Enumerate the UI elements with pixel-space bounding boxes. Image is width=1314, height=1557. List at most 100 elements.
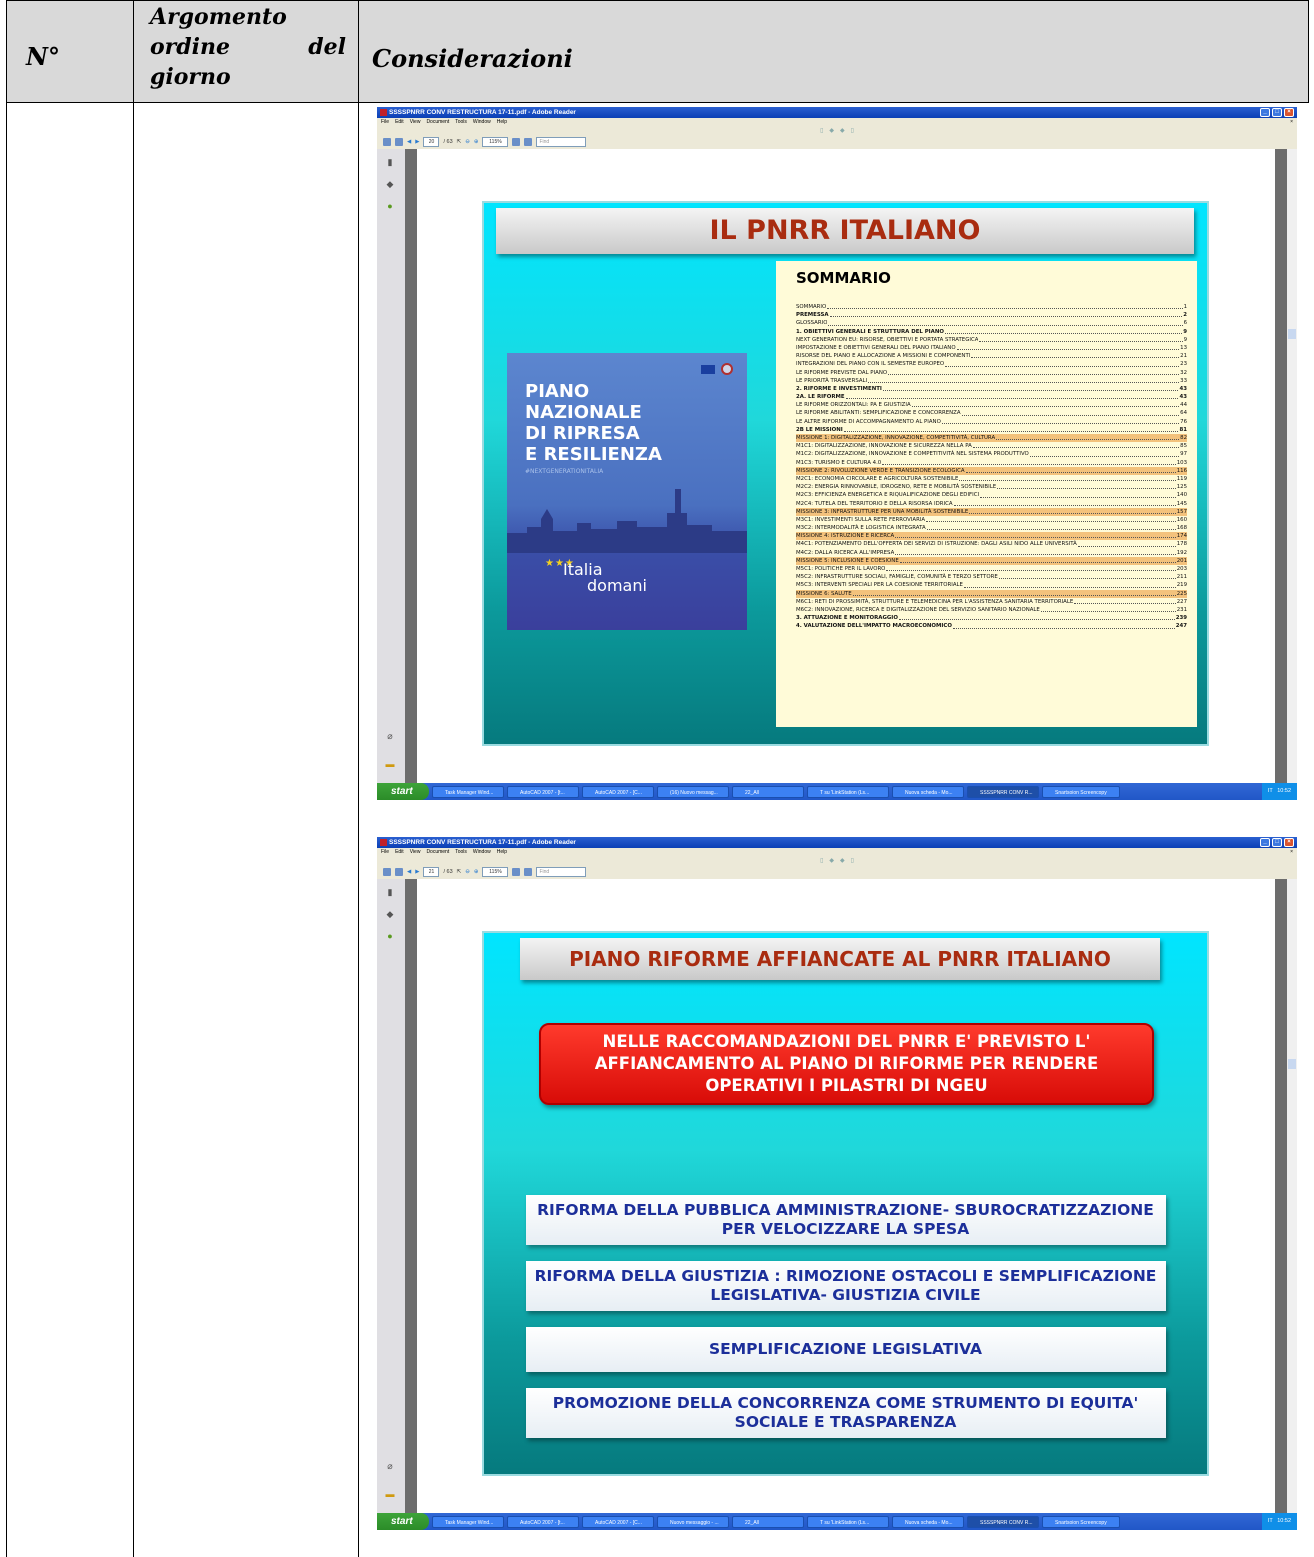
toc-entry-title: MISSIONE 5: INCLUSIONE E COESIONE: [796, 557, 899, 564]
menu-view[interactable]: View: [410, 118, 421, 126]
attachment-icon[interactable]: ⌀: [385, 731, 395, 741]
pages-icon[interactable]: ▮: [385, 887, 395, 897]
fit-width-icon[interactable]: [524, 868, 533, 876]
taskbar-item[interactable]: T su 'LinkStation (Ls...: [807, 785, 889, 798]
taskbar-item-active[interactable]: SSSSPNRR CONV R...: [967, 1515, 1039, 1528]
vertical-scrollbar[interactable]: [1287, 879, 1297, 1513]
vertical-scrollbar[interactable]: [1287, 149, 1297, 783]
menu-view[interactable]: View: [410, 848, 421, 856]
layers-icon[interactable]: ◆: [385, 179, 395, 189]
menu-tools[interactable]: Tools: [455, 118, 467, 126]
menu-file[interactable]: File: [381, 848, 389, 856]
window-controls: _ □ ×: [1260, 108, 1294, 117]
menu-file[interactable]: File: [381, 118, 389, 126]
fit-page-icon[interactable]: [512, 138, 521, 146]
maximize-icon[interactable]: □: [1272, 108, 1282, 117]
taskbar-item[interactable]: (16) Nuovo messag...: [657, 785, 729, 798]
start-button[interactable]: start: [377, 783, 429, 800]
taskbar-item[interactable]: Nuova scheda - Mo...: [892, 1515, 964, 1528]
taskbar-item[interactable]: Nuova scheda - Mo...: [892, 785, 964, 798]
tool-icon[interactable]: ◆: [829, 857, 834, 864]
select-tool-icon[interactable]: ⇱: [457, 139, 462, 145]
layers-icon[interactable]: ◆: [385, 909, 395, 919]
tool-icon[interactable]: ◆: [829, 127, 834, 134]
toc-leader-dots: [899, 557, 1176, 563]
toc-leader-dots: [963, 581, 1176, 588]
tool-icon[interactable]: ▯: [820, 857, 823, 864]
minimize-icon[interactable]: _: [1260, 838, 1270, 847]
tool-icon[interactable]: ◆: [840, 127, 845, 134]
minimize-icon[interactable]: _: [1260, 108, 1270, 117]
print-icon[interactable]: [383, 138, 391, 146]
close-icon[interactable]: ×: [1284, 838, 1294, 847]
comments-icon[interactable]: ▬: [385, 1489, 395, 1499]
taskbar-item[interactable]: Task Manager Wind...: [432, 1515, 504, 1528]
zoom-out-icon[interactable]: ⊖: [465, 139, 470, 145]
close-document-icon[interactable]: ×: [1290, 848, 1293, 856]
fit-width-icon[interactable]: [524, 138, 533, 146]
toc-leader-dots: [998, 573, 1176, 580]
taskbar-item[interactable]: Nuovo messaggio - ...: [657, 1515, 729, 1528]
start-button[interactable]: start: [377, 1513, 429, 1530]
page-number-input[interactable]: 20: [423, 137, 440, 147]
taskbar-item[interactable]: AutoCAD 2007 - [C...: [582, 1515, 654, 1528]
tool-icon[interactable]: ▯: [851, 127, 854, 134]
sign-icon[interactable]: [395, 868, 403, 876]
select-tool-icon[interactable]: ⇱: [457, 869, 462, 875]
taskbar-item[interactable]: AutoCAD 2007 - [C...: [582, 785, 654, 798]
attachment-icon[interactable]: ⌀: [385, 1461, 395, 1471]
scroll-thumb[interactable]: [1288, 329, 1296, 339]
next-page-icon[interactable]: ▶: [415, 139, 419, 145]
tool-icon[interactable]: ◆: [840, 857, 845, 864]
find-input[interactable]: Find: [536, 137, 587, 147]
taskbar-item[interactable]: AutoCAD 2007 - [t...: [507, 785, 579, 798]
scroll-thumb[interactable]: [1288, 1059, 1296, 1069]
menu-help[interactable]: Help: [497, 118, 507, 126]
menu-window[interactable]: Window: [473, 118, 491, 126]
close-icon[interactable]: ×: [1284, 108, 1294, 117]
taskbar-item[interactable]: Snartsoion Screencopy: [1042, 1515, 1120, 1528]
maximize-icon[interactable]: □: [1272, 838, 1282, 847]
menu-edit[interactable]: Edit: [395, 848, 404, 856]
comments-icon[interactable]: ▬: [385, 759, 395, 769]
menu-tools[interactable]: Tools: [455, 848, 467, 856]
menu-help[interactable]: Help: [497, 848, 507, 856]
menu-window[interactable]: Window: [473, 848, 491, 856]
find-input[interactable]: Find: [536, 867, 587, 877]
zoom-select[interactable]: 115%: [482, 137, 509, 147]
zoom-out-icon[interactable]: ⊖: [465, 869, 470, 875]
sign-icon[interactable]: [395, 138, 403, 146]
page-number-input[interactable]: 21: [423, 867, 440, 877]
menu-document[interactable]: Document: [426, 848, 449, 856]
taskbar-item[interactable]: 22_All: [732, 785, 804, 798]
menu-document[interactable]: Document: [426, 118, 449, 126]
toc-entry: LE PRIORITÀ TRASVERSALI 33: [796, 377, 1187, 385]
next-page-icon[interactable]: ▶: [415, 869, 419, 875]
prev-page-icon[interactable]: ◀: [407, 869, 411, 875]
zoom-select[interactable]: 115%: [482, 867, 509, 877]
language-indicator[interactable]: IT: [1268, 1518, 1273, 1524]
pages-icon[interactable]: ▮: [385, 157, 395, 167]
help-icon[interactable]: ●: [385, 931, 395, 941]
menu-edit[interactable]: Edit: [395, 118, 404, 126]
print-icon[interactable]: [383, 868, 391, 876]
taskbar-item-active[interactable]: SSSSPNRR CONV R...: [967, 785, 1039, 798]
zoom-in-icon[interactable]: ⊕: [474, 869, 479, 875]
toc-entry: GLOSSARIO 6: [796, 319, 1187, 327]
toc-leader-dots: [898, 614, 1175, 621]
toc-leader-dots: [979, 336, 1183, 342]
taskbar-item[interactable]: AutoCAD 2007 - [t...: [507, 1515, 579, 1528]
taskbar-item[interactable]: Task Manager Wind...: [432, 785, 504, 798]
prev-page-icon[interactable]: ◀: [407, 139, 411, 145]
taskbar-item[interactable]: Snartsoion Screencopy: [1042, 785, 1120, 798]
language-indicator[interactable]: IT: [1268, 788, 1273, 794]
tool-icon[interactable]: ▯: [820, 127, 823, 134]
taskbar-item[interactable]: T su 'LinkStation (Ls...: [807, 1515, 889, 1528]
tool-icon[interactable]: ▯: [851, 857, 854, 864]
taskbar-item[interactable]: 22_All: [732, 1515, 804, 1528]
zoom-in-icon[interactable]: ⊕: [474, 139, 479, 145]
fit-page-icon[interactable]: [512, 868, 521, 876]
help-icon[interactable]: ●: [385, 201, 395, 211]
toc-entry: LE RIFORME ABILITANTI: SEMPLIFICAZIONE E…: [796, 409, 1187, 417]
close-document-icon[interactable]: ×: [1290, 118, 1293, 126]
